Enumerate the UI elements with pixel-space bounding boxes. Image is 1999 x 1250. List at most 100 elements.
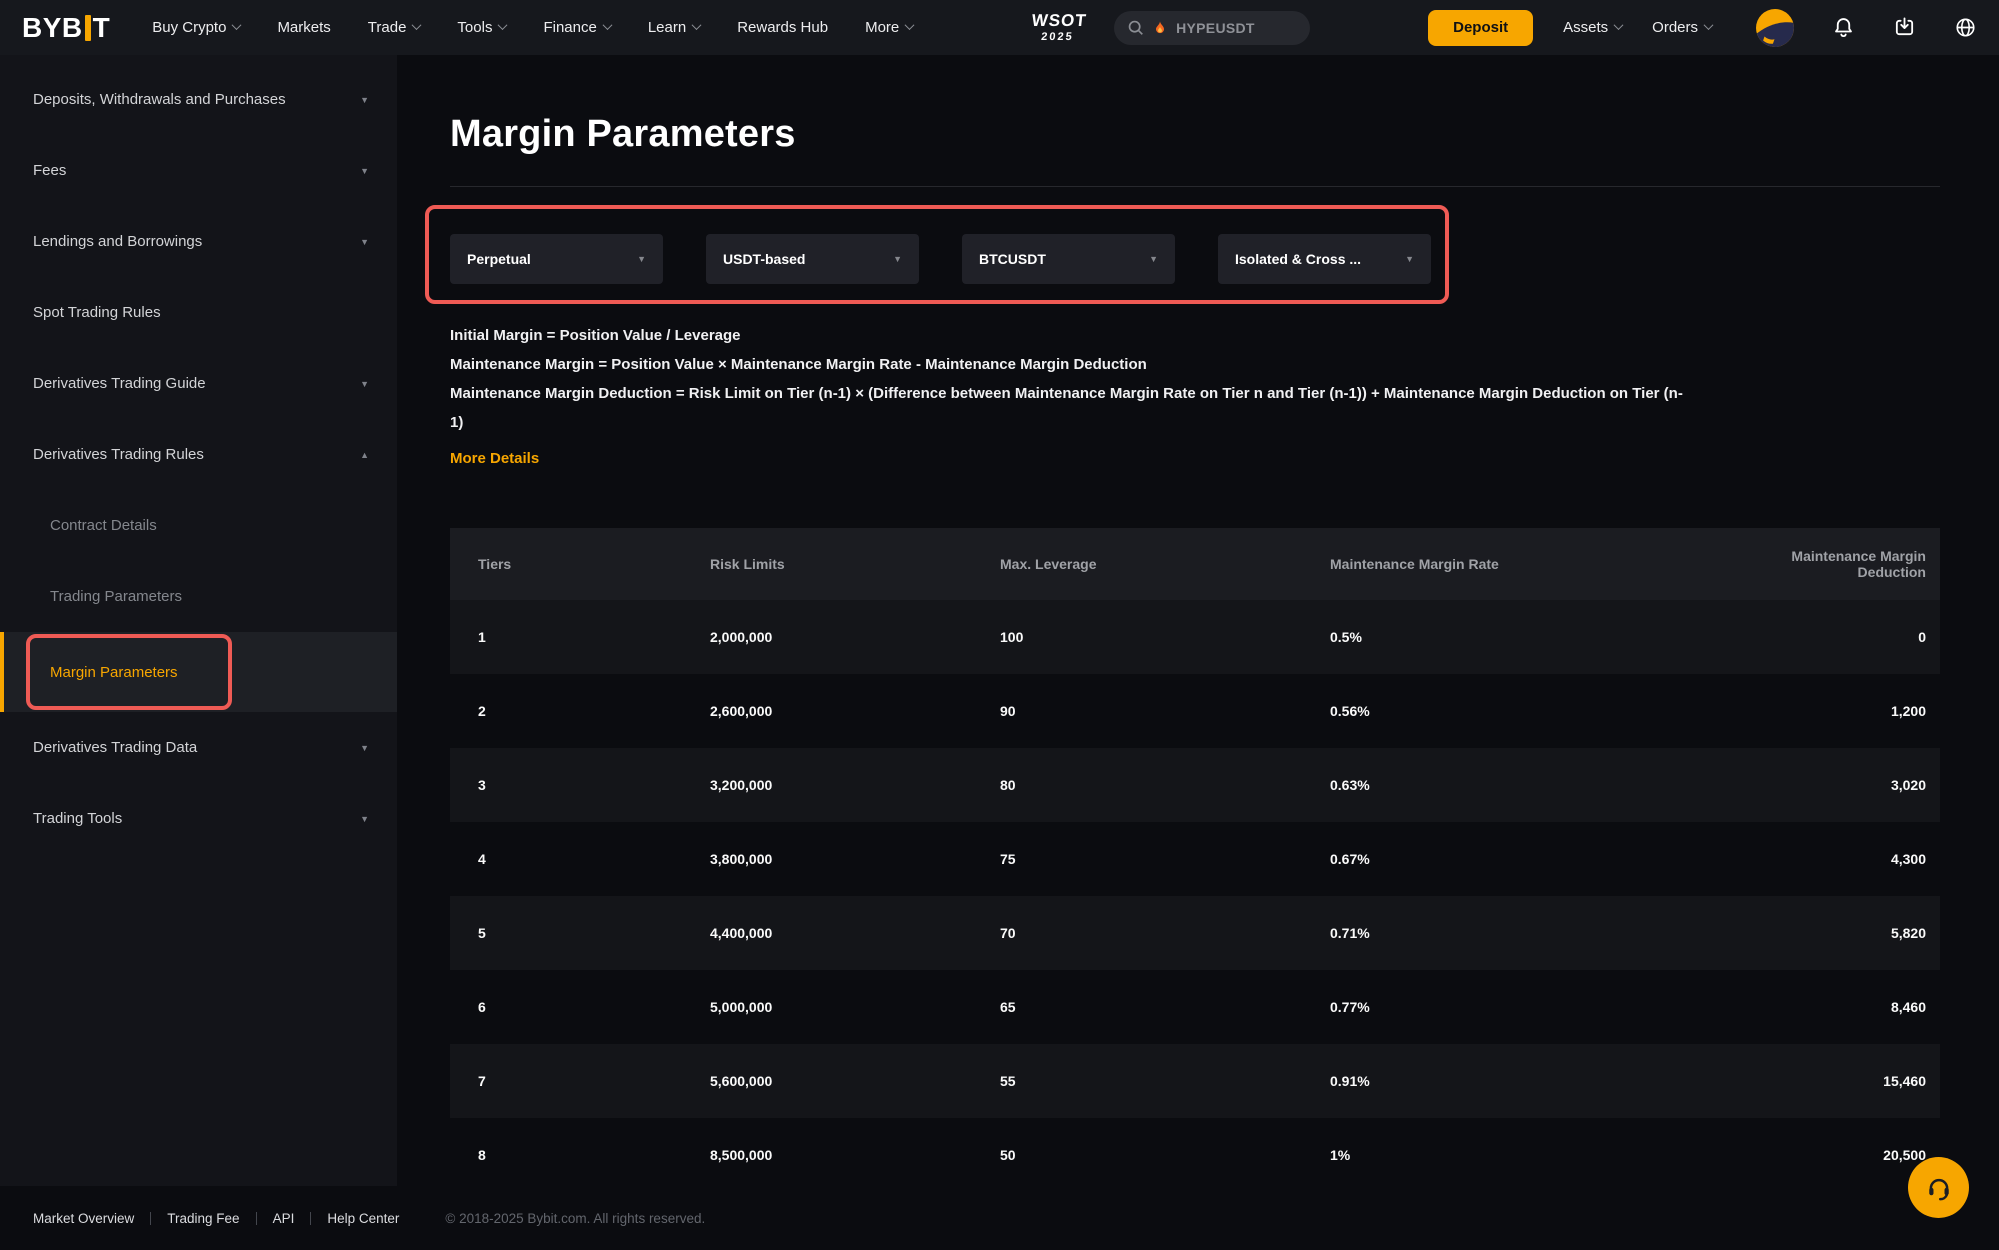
cell: 5 [478, 925, 710, 941]
download-button[interactable] [1893, 16, 1916, 39]
formula-line: Initial Margin = Position Value / Levera… [450, 321, 1999, 350]
sidebar-item-label: Lendings and Borrowings [33, 233, 202, 250]
sidebar-item-derivatives-trading-rules[interactable]: Derivatives Trading Rules ▲ [0, 419, 397, 490]
footer-links: Market Overview Trading Fee API Help Center [33, 1211, 399, 1226]
chevron-down-icon: ▼ [1405, 254, 1414, 264]
chevron-down-icon [905, 20, 915, 30]
formula-block: Initial Margin = Position Value / Levera… [450, 321, 1999, 473]
sidebar-item-trading-tools[interactable]: Trading Tools ▼ [0, 783, 397, 854]
filter-row: Perpetual▼USDT-based▼BTCUSDT▼Isolated & … [450, 234, 1431, 284]
nav-item-label: Trade [368, 19, 407, 36]
chevron-down-icon: ▼ [360, 95, 369, 105]
sidebar-item-label: Fees [33, 162, 66, 179]
sidebar-item-label: Spot Trading Rules [33, 304, 161, 321]
logo-text-1: BYB [22, 12, 83, 44]
cell: 50 [1000, 1147, 1330, 1163]
chevron-down-icon [1614, 20, 1624, 30]
filter-usdt-based[interactable]: USDT-based▼ [706, 234, 919, 284]
nav-item-trade[interactable]: Trade [368, 19, 421, 36]
formula-line: Maintenance Margin = Position Value × Ma… [450, 350, 1999, 379]
chevron-down-icon: ▼ [360, 379, 369, 389]
chevron-down-icon: ▼ [637, 254, 646, 264]
chevron-down-icon: ▼ [360, 814, 369, 824]
filter-isolated-cross[interactable]: Isolated & Cross ...▼ [1218, 234, 1431, 284]
cell: 6 [478, 999, 710, 1015]
footer-separator [256, 1212, 257, 1225]
chevron-down-icon: ▼ [893, 254, 902, 264]
sidebar-item-lendings-and-borrowings[interactable]: Lendings and Borrowings ▼ [0, 206, 397, 277]
sidebar-item-contract-details[interactable]: Contract Details [0, 490, 397, 561]
cell: 2,600,000 [710, 703, 1000, 719]
sidebar-item-margin-parameters[interactable]: Margin Parameters [0, 632, 397, 712]
filter-value: BTCUSDT [979, 251, 1046, 267]
sidebar: Deposits, Withdrawals and Purchases▼Fees… [0, 55, 397, 1186]
flame-icon [1153, 20, 1167, 36]
cell: 1,200 [1735, 703, 1926, 719]
footer-link-help-center[interactable]: Help Center [327, 1211, 399, 1226]
nav-item-label: Learn [648, 19, 686, 36]
page-title: Margin Parameters [450, 113, 796, 156]
sidebar-item-fees[interactable]: Fees ▼ [0, 135, 397, 206]
sidebar-item-derivatives-trading-guide[interactable]: Derivatives Trading Guide▼ [0, 348, 397, 419]
sidebar-item-label: Derivatives Trading Rules [33, 446, 204, 463]
cell: 70 [1000, 925, 1330, 941]
chevron-down-icon: ▼ [1149, 254, 1158, 264]
sidebar-item-deposits-withdrawals-and-purchases[interactable]: Deposits, Withdrawals and Purchases▼ [0, 64, 397, 135]
nav-item-finance[interactable]: Finance [543, 19, 610, 36]
menu-assets[interactable]: Assets [1563, 19, 1622, 36]
cell: 2,000,000 [710, 629, 1000, 645]
cell: 0.5% [1330, 629, 1735, 645]
language-button[interactable] [1954, 16, 1977, 39]
menu-orders[interactable]: Orders [1652, 19, 1712, 36]
column-header-tiers: Tiers [478, 556, 710, 572]
sidebar-item-spot-trading-rules[interactable]: Spot Trading Rules [0, 277, 397, 348]
notifications-button[interactable] [1832, 16, 1855, 39]
formula-line: 1) [450, 408, 1999, 437]
column-header-maintenance-margin-rate: Maintenance Margin Rate [1330, 556, 1735, 572]
filter-perpetual[interactable]: Perpetual ▼ [450, 234, 663, 284]
user-menus: Assets Orders [1533, 19, 1712, 36]
wsot-2025-badge[interactable]: WSOT 2025 [1030, 12, 1088, 43]
table-row: 54,400,000700.71%5,820 [450, 896, 1940, 970]
chevron-up-icon: ▲ [360, 450, 369, 460]
sidebar-item-label: Trading Tools [33, 810, 122, 827]
sidebar-item-trading-parameters[interactable]: Trading Parameters [0, 561, 397, 632]
table-row: 43,800,000750.67%4,300 [450, 822, 1940, 896]
bybit-logo[interactable]: BYB T [22, 12, 110, 44]
more-details-link[interactable]: More Details [450, 444, 539, 473]
chevron-down-icon: ▼ [360, 166, 369, 176]
main-content: Margin Parameters Perpetual▼USDT-based▼B… [397, 55, 1999, 1250]
footer-link-trading-fee[interactable]: Trading Fee [167, 1211, 239, 1226]
deposit-button[interactable]: Deposit [1428, 10, 1533, 46]
bybit-page: BYB T Buy Crypto Markets Trade Tools Finance… [0, 0, 1999, 1250]
nav-item-label: Buy Crypto [152, 19, 226, 36]
support-chat-button[interactable] [1908, 1157, 1969, 1218]
sidebar-item-label: Contract Details [50, 517, 157, 534]
table-row: 22,600,000900.56%1,200 [450, 674, 1940, 748]
nav-item-more[interactable]: More [865, 19, 913, 36]
footer-link-market-overview[interactable]: Market Overview [33, 1211, 134, 1226]
nav-item-rewards-hub[interactable]: Rewards Hub [737, 19, 828, 36]
headset-icon [1924, 1173, 1954, 1203]
column-header-max-leverage: Max. Leverage [1000, 556, 1330, 572]
copyright-text: © 2018-2025 Bybit.com. All rights reserv… [445, 1211, 705, 1226]
nav-item-tools[interactable]: Tools [457, 19, 506, 36]
footer-link-api[interactable]: API [273, 1211, 295, 1226]
wsot-line2: 2025 [1030, 31, 1086, 43]
nav-item-label: Rewards Hub [737, 19, 828, 36]
nav-item-buy-crypto[interactable]: Buy Crypto [152, 19, 240, 36]
footer-separator [310, 1212, 311, 1225]
table-row: 75,600,000550.91%15,460 [450, 1044, 1940, 1118]
search-input[interactable]: HYPEUSDT [1114, 11, 1310, 45]
chevron-down-icon: ▼ [360, 237, 369, 247]
sidebar-item-derivatives-trading-data[interactable]: Derivatives Trading Data▼ [0, 712, 397, 783]
filter-btcusdt[interactable]: BTCUSDT ▼ [962, 234, 1175, 284]
chevron-down-icon [412, 20, 422, 30]
nav-item-learn[interactable]: Learn [648, 19, 700, 36]
nav-item-markets[interactable]: Markets [277, 19, 330, 36]
cell: 15,460 [1735, 1073, 1926, 1089]
table-row: 33,200,000800.63%3,020 [450, 748, 1940, 822]
main-nav: Buy Crypto Markets Trade Tools Finance Learn R… [152, 19, 913, 36]
filter-value: Perpetual [467, 251, 531, 267]
avatar[interactable] [1756, 9, 1794, 47]
